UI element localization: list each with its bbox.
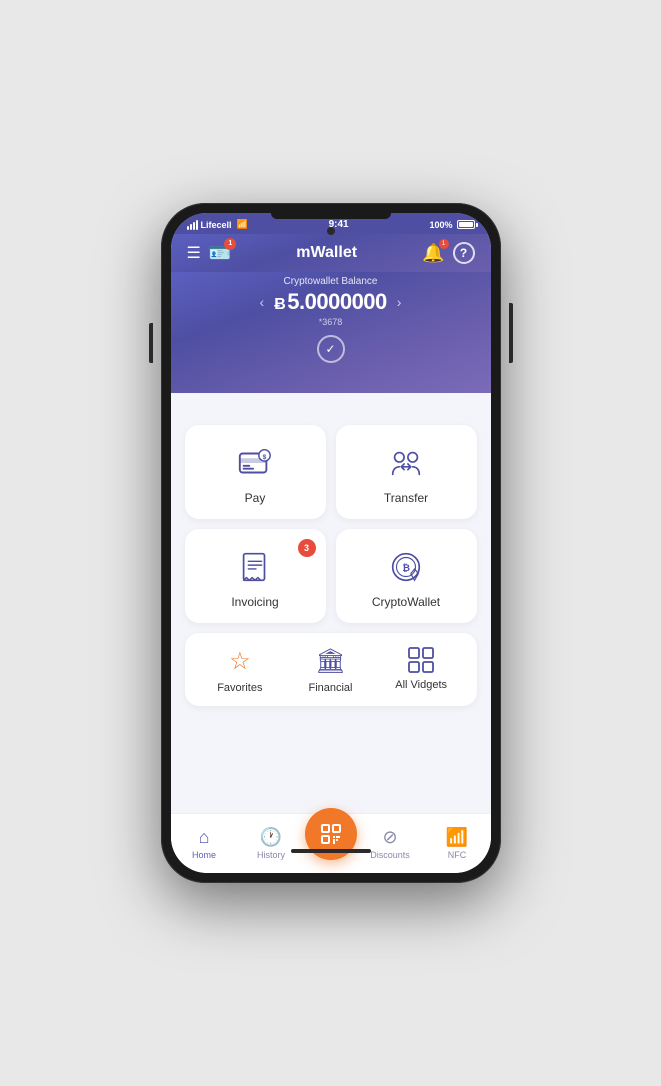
pay-card[interactable]: $ Pay xyxy=(185,425,326,519)
invoicing-label: Invoicing xyxy=(231,595,278,609)
phone-frame: Lifecell 📶 9:41 100% ☰ 🪪 xyxy=(161,203,501,883)
home-icon: ⌂ xyxy=(199,827,210,848)
card-button[interactable]: 🪪 1 xyxy=(209,243,231,264)
app-title: mWallet xyxy=(296,244,357,262)
prev-wallet-button[interactable]: ‹ xyxy=(260,294,265,310)
header-nav: ☰ 🪪 1 mWallet 🔔 1 ? xyxy=(187,242,475,264)
nav-scan-wrapper xyxy=(305,818,357,870)
all-vidgets-label: All Vidgets xyxy=(395,679,447,691)
history-icon: 🕐 xyxy=(260,827,282,848)
action-grid: $ Pay xyxy=(185,425,477,623)
favorites-label: Favorites xyxy=(217,682,262,694)
favorites-icon: ☆ xyxy=(229,647,251,676)
home-indicator xyxy=(291,849,371,853)
status-left: Lifecell 📶 xyxy=(187,219,248,230)
expand-button[interactable]: ✓ xyxy=(317,335,345,363)
cryptowallet-card[interactable]: ₿ CryptoWallet xyxy=(336,529,477,623)
card-badge: 1 xyxy=(224,238,236,250)
transfer-label: Transfer xyxy=(384,491,428,505)
carrier-label: Lifecell xyxy=(201,220,232,230)
nav-nfc[interactable]: 📶 NFC xyxy=(424,827,491,860)
nfc-icon: 📶 xyxy=(446,827,468,848)
pay-icon: $ xyxy=(235,443,275,483)
nfc-label: NFC xyxy=(448,850,467,860)
chevron-down-icon: ✓ xyxy=(325,342,335,356)
balance-row: ‹ Ƀ5.0000000 › xyxy=(187,289,475,315)
battery-icon xyxy=(457,220,475,229)
discounts-label: Discounts xyxy=(370,850,410,860)
pay-label: Pay xyxy=(245,491,266,505)
scan-icon xyxy=(319,822,343,846)
invoicing-icon xyxy=(235,547,275,587)
main-content: $ Pay xyxy=(171,413,491,813)
help-label: ? xyxy=(460,246,467,260)
financial-label: Financial xyxy=(308,682,352,694)
wifi-icon: 📶 xyxy=(237,219,248,230)
balance-label: Cryptowallet Balance xyxy=(187,276,475,287)
app-header: ☰ 🪪 1 mWallet 🔔 1 ? xyxy=(171,234,491,272)
transfer-card[interactable]: Transfer xyxy=(336,425,477,519)
top-notch xyxy=(271,213,391,219)
volume-button xyxy=(149,323,153,363)
phone-screen: Lifecell 📶 9:41 100% ☰ 🪪 xyxy=(171,213,491,873)
balance-amount: Ƀ5.0000000 xyxy=(274,289,387,315)
svg-text:$: $ xyxy=(263,454,267,461)
cryptowallet-label: CryptoWallet xyxy=(372,595,440,609)
bottom-nav: ⌂ Home 🕐 History xyxy=(171,813,491,873)
widgets-row: ☆ Favorites 🏛 Financial xyxy=(185,633,477,706)
account-number: *3678 xyxy=(187,317,475,327)
transfer-icon xyxy=(386,443,426,483)
discounts-icon: ⊘ xyxy=(382,827,397,848)
financial-widget[interactable]: 🏛 Financial xyxy=(285,647,376,694)
menu-button[interactable]: ☰ xyxy=(187,243,201,263)
wave-divider xyxy=(171,393,491,413)
notifications-button[interactable]: 🔔 1 xyxy=(422,243,444,264)
grid-icon xyxy=(408,647,434,673)
balance-section: Cryptowallet Balance ‹ Ƀ5.0000000 › *367… xyxy=(171,272,491,393)
status-right: 100% xyxy=(429,220,474,230)
svg-text:₿: ₿ xyxy=(402,563,410,574)
invoicing-badge: 3 xyxy=(298,539,316,557)
bell-badge: 1 xyxy=(439,239,449,249)
camera xyxy=(327,227,335,235)
nav-discounts[interactable]: ⊘ Discounts xyxy=(357,827,424,860)
app-container: Lifecell 📶 9:41 100% ☰ 🪪 xyxy=(171,213,491,873)
header-left: ☰ 🪪 1 xyxy=(187,243,232,264)
currency-symbol: Ƀ xyxy=(274,296,285,313)
invoicing-card[interactable]: 3 Invoicing xyxy=(185,529,326,623)
help-button[interactable]: ? xyxy=(453,242,475,264)
home-label: Home xyxy=(192,850,216,860)
all-vidgets-widget[interactable]: All Vidgets xyxy=(376,647,467,694)
financial-icon: 🏛 xyxy=(315,647,345,676)
cryptowallet-icon: ₿ xyxy=(386,547,426,587)
power-button xyxy=(509,303,513,363)
history-label: History xyxy=(257,850,285,860)
favorites-widget[interactable]: ☆ Favorites xyxy=(195,647,286,694)
nav-history[interactable]: 🕐 History xyxy=(238,827,305,860)
battery-percent: 100% xyxy=(429,220,452,230)
signal-icon xyxy=(187,220,198,230)
next-wallet-button[interactable]: › xyxy=(397,294,402,310)
nav-home[interactable]: ⌂ Home xyxy=(171,827,238,860)
header-right: 🔔 1 ? xyxy=(422,242,474,264)
